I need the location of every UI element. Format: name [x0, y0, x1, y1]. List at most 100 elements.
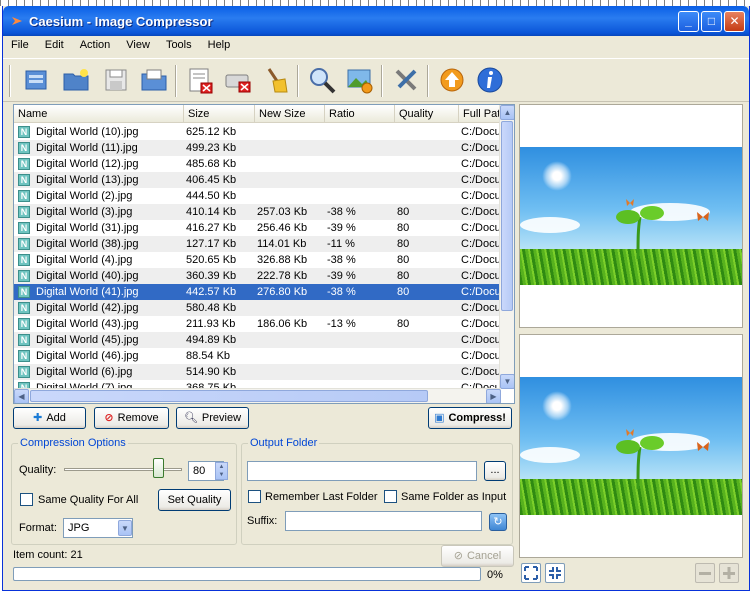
original-preview-panel[interactable]	[519, 104, 743, 328]
save-list-icon[interactable]	[101, 65, 131, 95]
close-button[interactable]: ✕	[724, 11, 745, 32]
table-row[interactable]: N Digital World (43).jpg 211.93 Kb 186.06 K…	[14, 316, 501, 332]
add-button[interactable]: ✚ Add	[13, 407, 86, 429]
title-bar[interactable]: Caesium - Image Compressor _ □ ✕	[3, 6, 749, 36]
maximize-button[interactable]: □	[701, 11, 722, 32]
sprout-shape	[616, 436, 664, 489]
remove-button[interactable]: ⊘ Remove	[94, 407, 169, 429]
column-header-name[interactable]: Name	[14, 105, 184, 123]
import-icon[interactable]	[139, 65, 169, 95]
quality-slider-thumb[interactable]	[153, 458, 165, 478]
info-icon[interactable]	[475, 65, 505, 95]
menu-view[interactable]: View	[118, 36, 158, 51]
suffix-input[interactable]	[285, 511, 482, 531]
table-row[interactable]: N Digital World (45).jpg 494.89 Kb C:/Docu	[14, 332, 501, 348]
set-quality-button[interactable]: Set Quality	[158, 489, 231, 511]
table-row[interactable]: N Digital World (13).jpg 406.45 Kb C:/Docu	[14, 172, 501, 188]
original-preview-image	[520, 147, 742, 285]
cancel-icon: ⊘	[453, 550, 463, 563]
table-row[interactable]: N Digital World (46).jpg 88.54 Kb C:/Docu	[14, 348, 501, 364]
cell-name: Digital World (10).jpg	[36, 126, 139, 138]
toolbar-separator	[175, 65, 177, 97]
horizontal-scrollbar[interactable]: ◀ ▶	[14, 388, 501, 403]
same-folder-checkbox[interactable]	[384, 490, 397, 503]
scroll-right-button[interactable]: ▶	[486, 389, 501, 403]
open-file-icon[interactable]	[21, 65, 51, 95]
actual-size-icon[interactable]	[545, 563, 565, 583]
cell-size: 360.39 Kb	[186, 270, 237, 282]
compress-button[interactable]: ▣ Compress!	[428, 407, 512, 429]
table-row[interactable]: N Digital World (40).jpg 360.39 Kb 222.78 K…	[14, 268, 501, 284]
cell-name: Digital World (6).jpg	[36, 366, 133, 378]
add-button-label: Add	[46, 412, 66, 424]
zoom-in-icon[interactable]	[719, 563, 739, 583]
table-row[interactable]: N Digital World (3).jpg 410.14 Kb 257.03 Kb…	[14, 204, 501, 220]
file-list-table[interactable]: Name Size New Size Ratio Quality Full Pa…	[13, 104, 515, 404]
chevron-down-icon[interactable]: ▼	[118, 520, 132, 536]
cancel-button[interactable]: ⊘ Cancel	[441, 545, 514, 567]
menu-edit[interactable]: Edit	[37, 36, 72, 51]
fit-to-window-icon[interactable]	[521, 563, 541, 583]
compressed-preview-panel[interactable]	[519, 334, 743, 558]
quality-slider-track[interactable]	[64, 468, 182, 471]
table-row[interactable]: N Digital World (4).jpg 520.65 Kb 326.88 Kb…	[14, 252, 501, 268]
table-row[interactable]: N Digital World (2).jpg 444.50 Kb C:/Docu	[14, 188, 501, 204]
remove-item-icon[interactable]	[223, 65, 253, 95]
horizontal-scroll-thumb[interactable]	[30, 390, 428, 402]
table-row[interactable]: N Digital World (11).jpg 499.23 Kb C:/Docu	[14, 140, 501, 156]
suffix-label: Suffix:	[247, 515, 278, 527]
output-folder-input[interactable]	[247, 461, 477, 481]
new-file-status-icon: N	[18, 158, 30, 170]
preview-button[interactable]: 🔍︎ Preview	[176, 407, 249, 429]
column-header-full-path[interactable]: Full Pat	[459, 105, 501, 123]
image-settings-icon[interactable]	[345, 65, 375, 95]
menu-action[interactable]: Action	[72, 36, 119, 51]
refresh-icon[interactable]: ↻	[489, 513, 507, 531]
new-file-status-icon: N	[18, 350, 30, 362]
cell-path: C:/Docu	[461, 254, 501, 266]
menu-help[interactable]: Help	[200, 36, 239, 51]
cell-new-size: 276.80 Kb	[257, 286, 308, 298]
table-row[interactable]: N Digital World (31).jpg 416.27 Kb 256.46 K…	[14, 220, 501, 236]
vertical-scroll-thumb[interactable]	[501, 121, 513, 311]
clean-icon[interactable]	[261, 65, 291, 95]
scroll-up-button[interactable]: ▲	[500, 105, 514, 120]
new-file-status-icon: N	[18, 126, 30, 138]
cell-size: 88.54 Kb	[186, 350, 231, 362]
table-row[interactable]: N Digital World (10).jpg 625.12 Kb C:/Docu	[14, 124, 501, 140]
table-row[interactable]: N Digital World (38).jpg 127.17 Kb 114.01 K…	[14, 236, 501, 252]
same-quality-checkbox[interactable]	[20, 493, 33, 506]
progress-bar	[13, 567, 481, 581]
table-row[interactable]: N Digital World (6).jpg 514.90 Kb C:/Docu	[14, 364, 501, 380]
cell-ratio: -11 %	[327, 238, 355, 250]
tools-icon[interactable]	[391, 65, 421, 95]
table-row[interactable]: N Digital World (42).jpg 580.48 Kb C:/Docu	[14, 300, 501, 316]
table-row[interactable]: N Digital World (12).jpg 485.68 Kb C:/Docu	[14, 156, 501, 172]
table-row[interactable]: N Digital World (41).jpg 442.57 Kb 276.80 K…	[14, 284, 501, 300]
scroll-left-button[interactable]: ◀	[14, 389, 29, 403]
cell-path: C:/Docu	[461, 238, 501, 250]
cancel-button-label: Cancel	[466, 550, 502, 562]
scroll-down-button[interactable]: ▼	[500, 374, 514, 389]
cell-path: C:/Docu	[461, 190, 501, 202]
app-icon	[12, 17, 22, 25]
quality-spin-arrows-icon[interactable]: ▲ ▼	[215, 462, 228, 480]
remove-button-label: Remove	[117, 412, 159, 424]
clear-list-icon[interactable]	[185, 65, 215, 95]
minimize-button[interactable]: _	[678, 11, 699, 32]
menu-file[interactable]: File	[3, 36, 37, 51]
toolbar-grip	[9, 65, 11, 97]
menu-tools[interactable]: Tools	[158, 36, 200, 51]
update-icon[interactable]	[437, 65, 467, 95]
column-header-ratio[interactable]: Ratio	[325, 105, 395, 123]
column-header-quality[interactable]: Quality	[395, 105, 459, 123]
preview-zoom-icon[interactable]	[307, 65, 337, 95]
open-folder-icon[interactable]	[61, 65, 91, 95]
cell-size: 211.93 Kb	[186, 318, 236, 330]
column-header-size[interactable]: Size	[184, 105, 255, 123]
vertical-scrollbar[interactable]: ▲ ▼	[499, 105, 514, 389]
zoom-out-icon[interactable]	[695, 563, 715, 583]
browse-folder-button[interactable]: ...	[484, 461, 506, 481]
remember-folder-checkbox[interactable]	[248, 490, 261, 503]
column-header-new-size[interactable]: New Size	[255, 105, 325, 123]
